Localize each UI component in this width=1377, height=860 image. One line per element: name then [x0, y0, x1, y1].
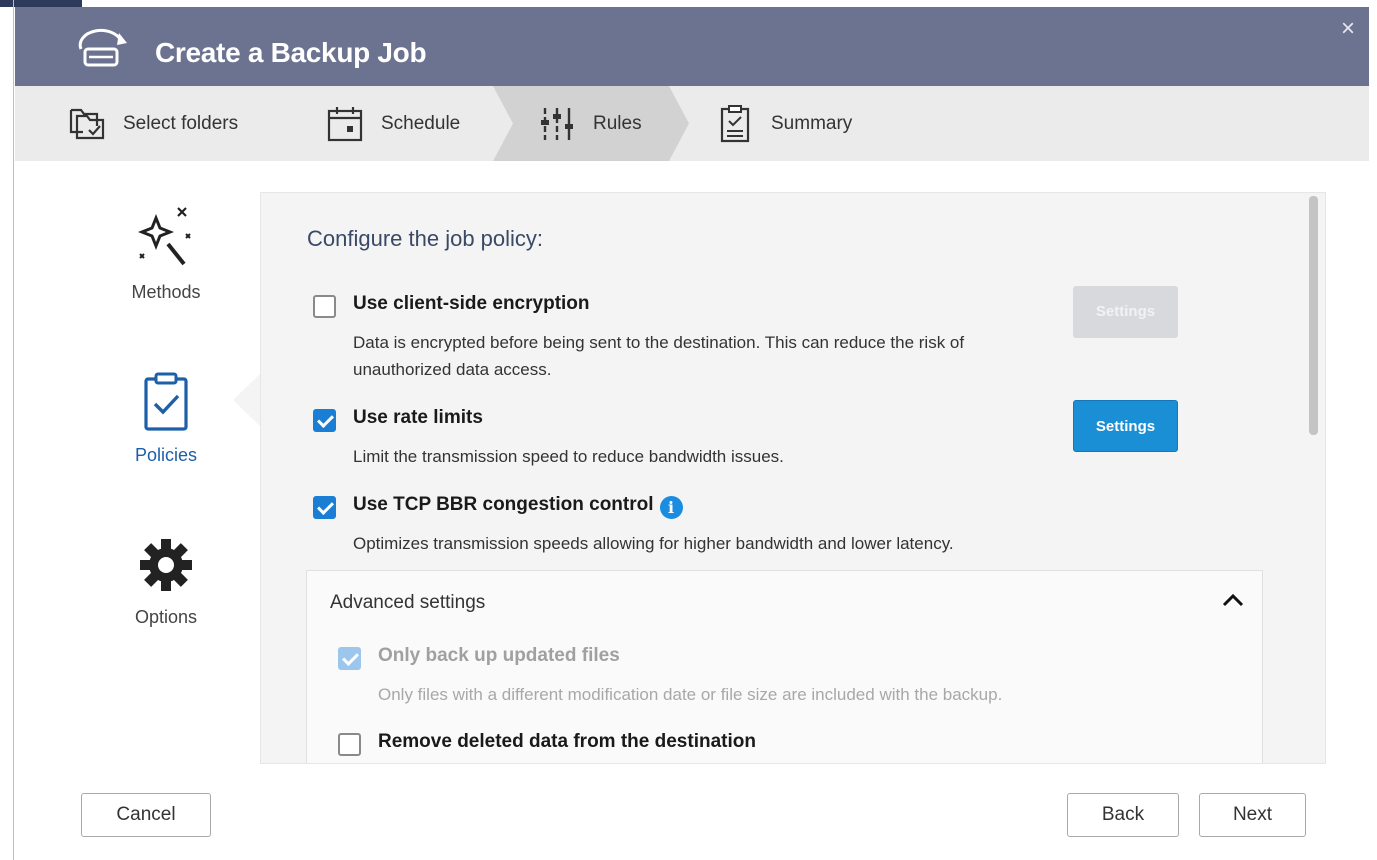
sidebar-item-label: Methods — [131, 282, 201, 302]
option-label-wrap: Use TCP BBR congestion control i — [353, 494, 683, 519]
active-pointer — [233, 373, 261, 427]
back-button[interactable]: Back — [1067, 793, 1179, 837]
sidebar-item-label: Options — [134, 607, 198, 627]
clipboard-list-icon — [720, 104, 750, 142]
advanced-settings-title[interactable]: Advanced settings — [330, 592, 485, 614]
step-schedule[interactable]: Schedule — [325, 86, 460, 161]
backup-drive-icon — [78, 28, 127, 67]
cancel-button[interactable]: Cancel — [81, 793, 211, 837]
wizard-steps: Select folders Schedule Rules Summary — [15, 86, 1369, 161]
step-label: Schedule — [381, 112, 461, 134]
magic-wand-icon — [137, 207, 191, 266]
option-description: Optimizes transmission speeds allowing f… — [353, 534, 954, 553]
step-label: Select folders — [123, 112, 239, 134]
rate-limits-checkbox[interactable] — [313, 409, 336, 432]
sidebar-item-methods[interactable]: Methods — [91, 204, 241, 303]
rate-limits-settings-button[interactable]: Settings — [1073, 400, 1178, 452]
only-updated-files-checkbox[interactable] — [338, 647, 361, 670]
close-icon[interactable]: × — [1341, 15, 1355, 43]
dialog-titlebar: Create a Backup Job × — [15, 7, 1369, 86]
remove-deleted-checkbox[interactable] — [338, 733, 361, 756]
info-icon[interactable]: i — [659, 496, 683, 519]
background-window-border — [13, 0, 14, 860]
calendar-icon — [327, 106, 363, 141]
panel-heading: Configure the job policy: — [307, 226, 544, 251]
create-backup-job-dialog: Create a Backup Job × Select folders Sch… — [15, 7, 1369, 860]
chevron-up-icon[interactable] — [1222, 593, 1244, 607]
step-summary[interactable]: Summary — [715, 86, 852, 161]
sidebar-item-options[interactable]: Options — [91, 535, 241, 628]
option-description: Limit the transmission speed to reduce b… — [353, 447, 784, 466]
sliders-icon — [541, 107, 573, 140]
clipboard-check-icon — [144, 372, 188, 431]
option-label: Use client-side encryption — [353, 293, 590, 314]
advanced-settings-section: Advanced settings Only back up updated f… — [306, 570, 1263, 763]
step-label: Summary — [771, 112, 853, 134]
option-label: Use TCP BBR congestion control — [353, 494, 654, 515]
policy-panel: Configure the job policy: Use client-sid… — [260, 192, 1326, 764]
sidebar-item-label: Policies — [134, 445, 198, 465]
sidebar-item-policies[interactable]: Policies — [91, 371, 241, 466]
option-label: Use rate limits — [353, 407, 483, 428]
step-select-folders[interactable]: Select folders — [67, 86, 238, 161]
option-label: Only back up updated files — [378, 645, 620, 666]
option-description: Only files with a different modification… — [378, 685, 1003, 704]
folder-check-icon — [69, 108, 105, 139]
encryption-checkbox[interactable] — [313, 295, 336, 318]
tcp-bbr-checkbox[interactable] — [313, 496, 336, 519]
encryption-settings-button[interactable]: Settings — [1073, 286, 1178, 338]
dialog-title: Create a Backup Job — [155, 37, 427, 68]
step-label: Rules — [593, 112, 642, 134]
next-button[interactable]: Next — [1199, 793, 1306, 837]
option-label: Remove deleted data from the destination — [378, 731, 756, 752]
option-description: Data is encrypted before being sent to t… — [353, 333, 965, 379]
gear-icon — [140, 539, 192, 591]
panel-scrollbar[interactable] — [1309, 196, 1318, 435]
step-rules[interactable]: Rules — [537, 86, 642, 161]
